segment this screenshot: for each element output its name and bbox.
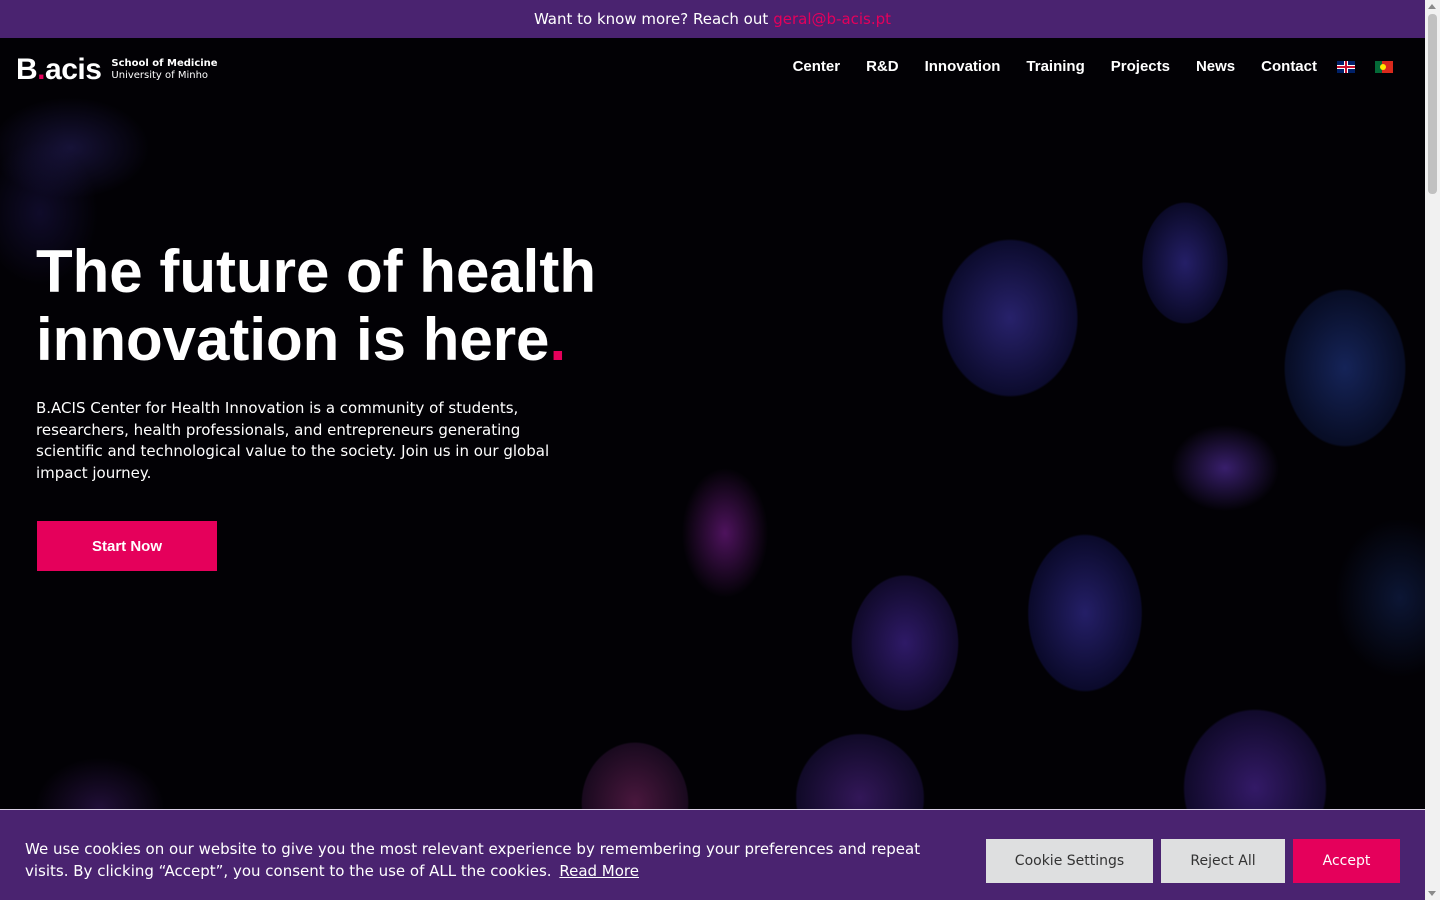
- nav-item-center[interactable]: Center: [793, 58, 841, 75]
- announcement-text: Want to know more? Reach out: [533, 10, 769, 28]
- hero-title: The future of health innovation is here.: [36, 238, 596, 374]
- hero-description: B.ACIS Center for Health Innovation is a…: [36, 399, 550, 482]
- nav-item-projects[interactable]: Projects: [1111, 58, 1170, 75]
- start-now-button[interactable]: Start Now: [37, 521, 217, 571]
- logo-wordmark: B.acis: [16, 53, 102, 86]
- nav-item-rd[interactable]: R&D: [866, 58, 899, 75]
- contact-email-link[interactable]: geral@b-acis.pt: [773, 10, 891, 28]
- flag-uk-icon[interactable]: [1337, 60, 1355, 73]
- scroll-down-icon[interactable]: [1428, 891, 1436, 896]
- scroll-up-icon[interactable]: [1428, 4, 1436, 9]
- site-logo[interactable]: B.acis School of Medicine University of …: [16, 53, 218, 87]
- hero-title-line1: The future of health: [36, 238, 596, 305]
- top-announcement-bar: Want to know more? Reach out geral@b-aci…: [0, 0, 1425, 38]
- flag-pt-icon[interactable]: [1375, 60, 1393, 73]
- hero-title-dot: .: [549, 306, 567, 373]
- main-nav: Center R&D Innovation Training Projects …: [767, 58, 1393, 75]
- page-scrollbar[interactable]: [1425, 0, 1440, 900]
- logo-subtitle: School of Medicine University of Minho: [111, 58, 217, 82]
- cookie-banner: We use cookies on our website to give yo…: [0, 809, 1425, 900]
- nav-item-innovation[interactable]: Innovation: [925, 58, 1001, 75]
- logo-school: School of Medicine: [111, 58, 218, 69]
- cookie-settings-button[interactable]: Cookie Settings: [986, 839, 1153, 883]
- cookie-text: We use cookies on our website to give yo…: [25, 840, 921, 880]
- scroll-thumb[interactable]: [1428, 14, 1437, 194]
- logo-university: University of Minho: [111, 70, 209, 81]
- hero-title-line2: innovation is here: [36, 306, 550, 373]
- accept-button[interactable]: Accept: [1293, 839, 1400, 883]
- read-more-link[interactable]: Read More: [559, 862, 639, 880]
- site-header: B.acis School of Medicine University of …: [0, 38, 1425, 100]
- nav-item-training[interactable]: Training: [1026, 58, 1084, 75]
- nav-item-contact[interactable]: Contact: [1261, 58, 1317, 75]
- reject-all-button[interactable]: Reject All: [1161, 839, 1285, 883]
- nav-item-news[interactable]: News: [1196, 58, 1235, 75]
- cookie-message: We use cookies on our website to give yo…: [25, 838, 955, 882]
